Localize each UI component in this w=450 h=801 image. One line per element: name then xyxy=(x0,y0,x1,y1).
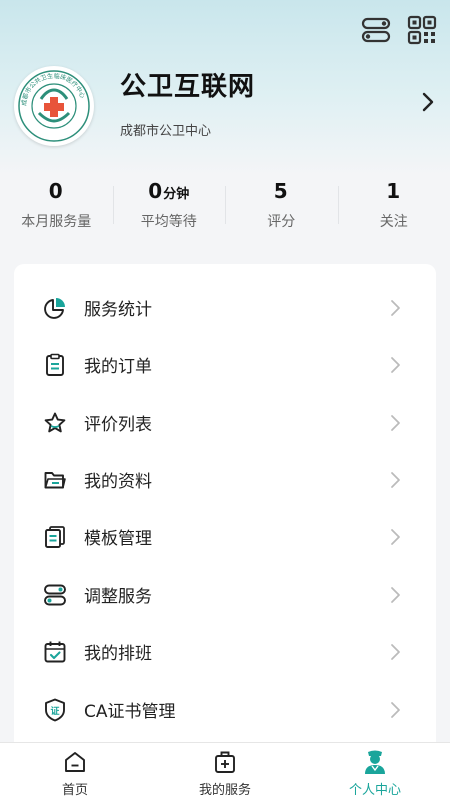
stat-value: 0 xyxy=(49,179,63,203)
menu-label: 评价列表 xyxy=(84,410,152,435)
bottom-tab-bar: 首页 我的服务 个人中心 xyxy=(0,742,450,801)
stat-label: 本月服务量 xyxy=(0,212,113,232)
star-icon xyxy=(42,410,68,436)
stat-value: 0 xyxy=(148,179,162,203)
chevron-right-icon xyxy=(388,700,402,720)
chevron-right-icon[interactable] xyxy=(418,90,438,114)
chevron-right-icon xyxy=(388,413,402,433)
medical-kit-icon xyxy=(212,749,238,775)
tab-personal-center[interactable]: 个人中心 xyxy=(300,743,450,801)
menu-label: 我的订单 xyxy=(84,352,152,377)
qr-code-icon[interactable] xyxy=(406,14,438,46)
calendar-check-icon xyxy=(42,639,68,665)
template-icon xyxy=(42,524,68,550)
stat-unit: 分钟 xyxy=(163,187,189,202)
chevron-right-icon xyxy=(388,298,402,318)
tab-home[interactable]: 首页 xyxy=(0,743,150,801)
menu-item-my-schedule[interactable]: 我的排班 xyxy=(14,623,436,680)
tab-label: 个人中心 xyxy=(349,779,401,798)
stats-bar: 0 本月服务量 0分钟 平均等待 5 评分 1 关注 xyxy=(0,176,450,236)
menu-label: 模板管理 xyxy=(84,524,152,549)
stat-value: 1 xyxy=(386,179,400,203)
menu-item-my-profile[interactable]: 我的资料 xyxy=(14,451,436,508)
home-icon xyxy=(62,749,88,775)
menu-label: 我的资料 xyxy=(84,467,152,492)
menu-label: 我的排班 xyxy=(84,639,152,664)
menu-label: 服务统计 xyxy=(84,295,152,320)
tab-label: 我的服务 xyxy=(199,779,251,798)
tab-label: 首页 xyxy=(62,779,88,798)
clipboard-icon xyxy=(42,352,68,378)
stat-rating[interactable]: 5 评分 xyxy=(225,176,338,236)
menu-item-adjust-service[interactable]: 调整服务 xyxy=(14,566,436,623)
chevron-right-icon xyxy=(388,585,402,605)
menu-item-template-management[interactable]: 模板管理 xyxy=(14,508,436,565)
menu-card: 服务统计 我的订单 评价列表 我的资料 模板管理 调整服务 xyxy=(14,264,436,754)
tab-my-services[interactable]: 我的服务 xyxy=(150,743,300,801)
chevron-right-icon xyxy=(388,642,402,662)
menu-label: 调整服务 xyxy=(84,582,152,607)
folder-icon xyxy=(42,467,68,493)
shield-cert-icon: 证 xyxy=(42,697,68,723)
hospital-logo: 成都市公共卫生临床医疗中心 xyxy=(14,66,94,146)
stat-value: 5 xyxy=(274,179,288,203)
stat-label: 关注 xyxy=(338,212,450,232)
menu-item-my-orders[interactable]: 我的订单 xyxy=(14,336,436,393)
stat-following[interactable]: 1 关注 xyxy=(338,176,450,236)
chevron-right-icon xyxy=(388,527,402,547)
stat-label: 评分 xyxy=(225,212,338,232)
top-actions xyxy=(360,14,438,46)
menu-label: CA证书管理 xyxy=(84,697,176,722)
chevron-right-icon xyxy=(388,355,402,375)
pie-chart-icon xyxy=(42,295,68,321)
svg-text:证: 证 xyxy=(50,706,59,717)
menu-item-ca-certificate[interactable]: 证 CA证书管理 xyxy=(14,681,436,738)
toggle-icon xyxy=(42,582,68,608)
toggle-icon[interactable] xyxy=(360,14,392,46)
profile-name: 公卫互联网 xyxy=(120,66,255,103)
menu-item-service-stats[interactable]: 服务统计 xyxy=(14,279,436,336)
chevron-right-icon xyxy=(388,470,402,490)
stat-label: 平均等待 xyxy=(113,212,226,232)
menu-item-review-list[interactable]: 评价列表 xyxy=(14,394,436,451)
stat-average-wait[interactable]: 0分钟 平均等待 xyxy=(113,176,226,236)
stat-monthly-service[interactable]: 0 本月服务量 xyxy=(0,176,113,236)
profile-subtitle: 成都市公卫中心 xyxy=(120,120,211,139)
profile-header[interactable]: 成都市公共卫生临床医疗中心 公卫互联网 成都市公卫中心 xyxy=(14,66,438,146)
doctor-icon xyxy=(362,749,388,775)
